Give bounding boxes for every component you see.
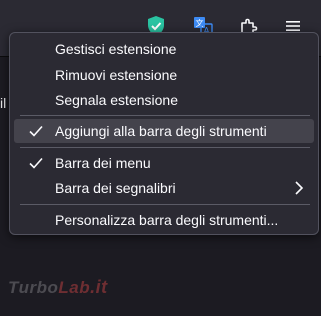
- menu-item-label: Barra dei segnalibri: [55, 180, 176, 196]
- menu-item-add-to-toolbar[interactable]: Aggiungi alla barra degli strumenti: [14, 119, 314, 143]
- menu-separator: [20, 115, 310, 116]
- menu-item-label: Aggiungi alla barra degli strumenti: [55, 123, 267, 139]
- menu-item-menu-bar[interactable]: Barra dei menu: [14, 151, 314, 175]
- checkmark-icon: [29, 125, 43, 137]
- menu-item-manage-extension[interactable]: Gestisci estensione: [14, 37, 314, 61]
- svg-text:文: 文: [196, 18, 204, 28]
- menu-item-report-extension[interactable]: Segnala estensione: [14, 88, 314, 112]
- checkmark-icon: [29, 157, 43, 169]
- menu-item-label: Segnala estensione: [55, 92, 178, 108]
- chevron-right-icon: [295, 181, 304, 195]
- extension-context-menu: Gestisci estensione Rimuovi estensione S…: [9, 32, 319, 235]
- watermark: TurboLab.it: [8, 277, 108, 297]
- menu-item-remove-extension[interactable]: Rimuovi estensione: [14, 63, 314, 87]
- menu-item-label: Personalizza barra degli strumenti...: [55, 212, 279, 228]
- menu-item-label: Rimuovi estensione: [55, 67, 178, 83]
- menu-item-customize-toolbar[interactable]: Personalizza barra degli strumenti...: [14, 208, 314, 232]
- menu-separator: [20, 147, 310, 148]
- menu-separator: [20, 204, 310, 205]
- menu-item-bookmarks-bar[interactable]: Barra dei segnalibri: [14, 176, 314, 200]
- page-edge-text: il: [0, 95, 7, 111]
- menu-item-label: Barra dei menu: [55, 155, 151, 171]
- menu-item-label: Gestisci estensione: [55, 41, 177, 57]
